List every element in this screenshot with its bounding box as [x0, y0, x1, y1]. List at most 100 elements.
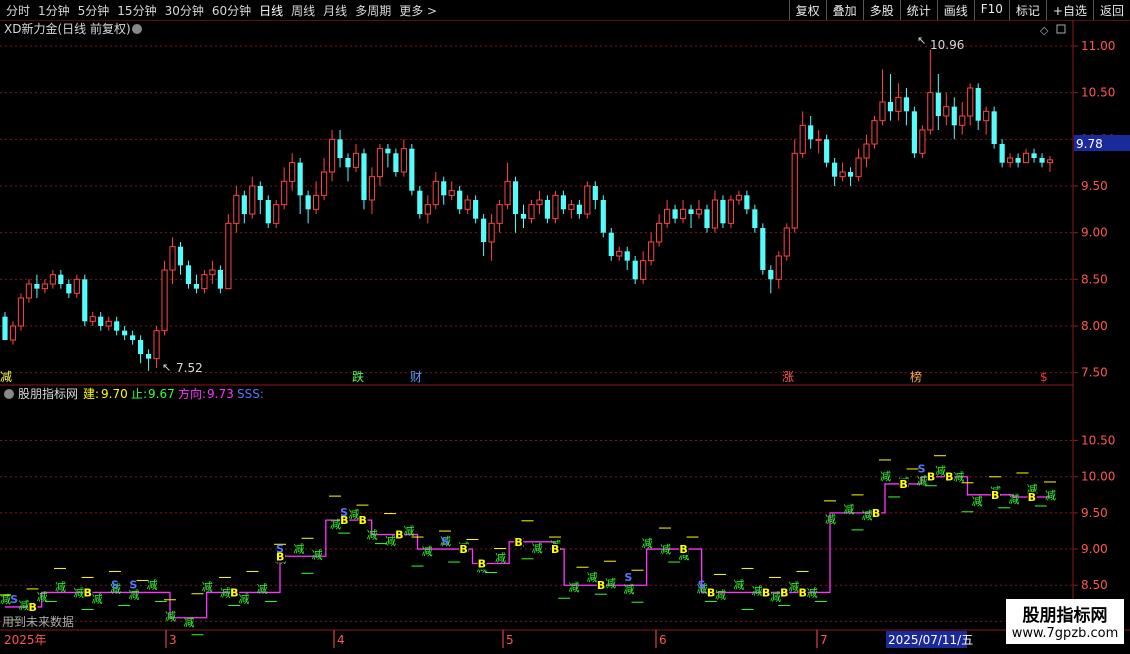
direction-line [5, 476, 1050, 619]
fill-signal: 减 [183, 616, 194, 629]
candle-body [1007, 157, 1014, 164]
period-tab-3[interactable]: 15分钟 [117, 2, 156, 19]
fill-signal: 减 [147, 578, 158, 591]
candle-body [448, 190, 455, 196]
candle-body [847, 172, 854, 177]
event-marker-bang[interactable]: 榜 [910, 369, 922, 384]
candle-body [552, 194, 559, 220]
candle-body [58, 274, 64, 284]
high-marker-icon: ↖ [917, 34, 926, 47]
period-tab-0[interactable]: 分时 [6, 2, 30, 19]
candle-body [138, 340, 144, 354]
action-button-0[interactable]: 复权 [788, 0, 826, 20]
buy-signal: B [29, 601, 37, 614]
candle-body [720, 200, 726, 224]
event-marker-zhang[interactable]: 涨 [782, 369, 794, 384]
candle-body [361, 153, 367, 200]
period-tab-8[interactable]: 月线 [323, 2, 347, 19]
period-tab-2[interactable]: 5分钟 [78, 2, 110, 19]
period-tab-4[interactable]: 30分钟 [165, 2, 204, 19]
action-button-7[interactable]: +自选 [1045, 0, 1093, 20]
period-tab-6[interactable]: 日线 [259, 2, 283, 19]
indicator-tick-label: 10.00 [1081, 470, 1115, 484]
candle-body [145, 354, 152, 359]
candle-body [233, 194, 240, 224]
period-tab-1[interactable]: 1分钟 [38, 2, 70, 19]
period-tab-10[interactable]: 更多 > [399, 2, 437, 19]
buy-signal: B [478, 558, 486, 571]
action-button-8[interactable]: 返回 [1092, 0, 1130, 20]
fill-signal: 减 [733, 578, 744, 591]
indicator-settings-icon[interactable] [4, 389, 14, 399]
buy-signal: B [780, 586, 788, 599]
sell-signal: S [340, 506, 348, 519]
period-tab-7[interactable]: 周线 [291, 2, 315, 19]
candle-body [775, 255, 782, 280]
settings-circle-icon[interactable] [132, 24, 142, 34]
event-marker-die[interactable]: 跌 [352, 369, 364, 384]
cursor-date: 2025/07/11/五 [888, 633, 973, 647]
candle-body [73, 278, 80, 294]
indicator-tick-label: 10.50 [1081, 434, 1115, 448]
buy-signal: B [597, 579, 605, 592]
candle-body [679, 208, 687, 220]
kline-chart[interactable]: 减减减减减减减 减减减 减减减减减减 减减减减 减减减减减减减减减减减减减减 减减减减减减… [0, 20, 1130, 650]
candle-body [496, 204, 503, 224]
sell-signal: S [129, 578, 137, 591]
event-marker-dollar[interactable]: $ [1040, 370, 1048, 384]
candle-body [935, 92, 941, 116]
fill-signal: 减 [807, 586, 818, 599]
candle-body [760, 228, 766, 270]
candle-body [169, 246, 176, 271]
event-marker-jian[interactable]: 减 [0, 370, 12, 384]
action-button-6[interactable]: 标记 [1008, 0, 1046, 20]
fill-signal: 减 [642, 537, 653, 550]
period-tab-5[interactable]: 60分钟 [212, 2, 251, 19]
candle-body [488, 222, 495, 243]
candle-body [832, 162, 838, 177]
candle-body [791, 152, 798, 229]
candle-body [352, 152, 360, 168]
action-button-1[interactable]: 叠加 [825, 0, 863, 20]
time-label-5: 5 [506, 633, 514, 647]
candle-body [544, 200, 551, 219]
fill-signal: 减 [55, 580, 66, 593]
window-icon[interactable] [1056, 24, 1066, 34]
candle-body [177, 246, 184, 266]
buy-signal: B [991, 489, 999, 502]
candle-body [648, 241, 655, 262]
candle-body [695, 208, 703, 215]
fill-signal: 减 [312, 548, 323, 561]
action-button-5[interactable]: F10 [973, 0, 1009, 20]
candle-body [536, 199, 543, 206]
candle-body [887, 102, 894, 112]
candle-body [600, 200, 606, 233]
candle-body [839, 171, 846, 178]
action-button-3[interactable]: 统计 [899, 0, 937, 20]
candle-body [105, 320, 112, 327]
candle-body [98, 316, 104, 326]
diamond-icon[interactable]: ◇ [1040, 24, 1049, 37]
candle-body [1046, 159, 1054, 164]
candle-body [727, 199, 735, 224]
candle-body [808, 125, 814, 140]
candle-body [249, 185, 256, 215]
fill-signal: 减 [660, 543, 671, 556]
last-price-value: 9.78 [1076, 137, 1103, 151]
candle-body [576, 204, 582, 214]
candle-body [17, 297, 25, 327]
sell-signal: S [698, 578, 706, 591]
action-button-2[interactable]: 多股 [862, 0, 900, 20]
candle-body [289, 162, 296, 182]
event-marker-cai[interactable]: 财 [410, 370, 422, 384]
candle-body [744, 195, 750, 210]
candle-body [959, 115, 966, 126]
candle-body [122, 330, 128, 336]
candle-body [193, 284, 200, 289]
candle-body [879, 101, 886, 122]
candle-body [983, 110, 990, 122]
candle-body [385, 148, 391, 154]
action-button-4[interactable]: 画线 [936, 0, 974, 20]
period-tab-9[interactable]: 多周期 [355, 2, 391, 19]
candle-body [337, 139, 343, 158]
